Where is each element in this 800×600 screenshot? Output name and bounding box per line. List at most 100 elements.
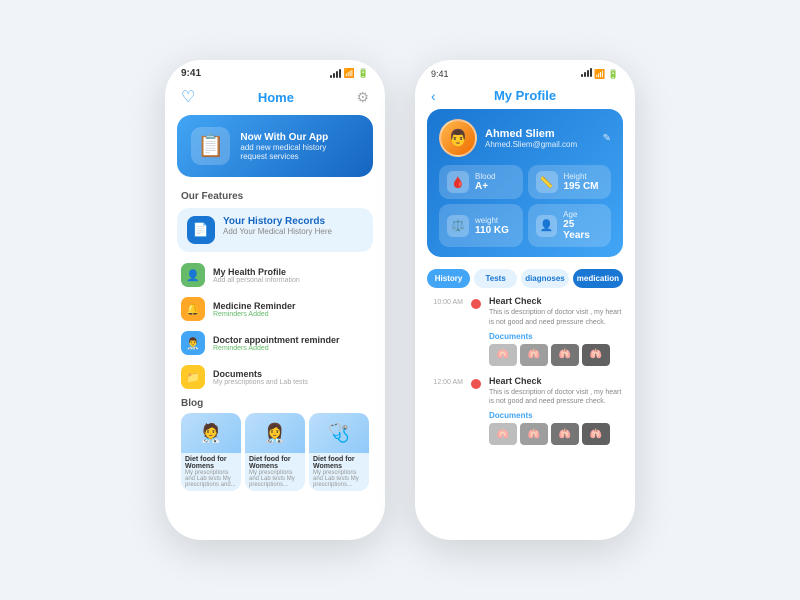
tab-medication[interactable]: medication xyxy=(573,269,623,288)
menu-item-health-sub: Add all personal information xyxy=(213,277,300,284)
heart-icon: ♡ xyxy=(181,87,195,107)
banner-icon: 📋 xyxy=(191,127,230,165)
timeline: 10:00 AM Heart Check This is description… xyxy=(415,296,635,455)
profile-email: Ahmed.Sliem@gmail.com xyxy=(485,140,577,149)
blog-card-3-sub: My prescriptions and Lab tests My prescr… xyxy=(313,470,365,488)
menu-item-documents-label: Documents xyxy=(213,369,308,379)
timeline-entry-2: 12:00 AM Heart Check This is description… xyxy=(427,376,623,446)
timeline-images-2: 🫁 🫁 🫁 🫁 xyxy=(489,423,623,445)
blood-info: Blood A+ xyxy=(475,172,495,192)
banner-title: Now With Our App xyxy=(240,132,328,143)
menu-item-doctor-text: Doctor appointment reminder Reminders Ad… xyxy=(213,335,340,352)
timeline-docs-label-2[interactable]: Documents xyxy=(489,411,623,420)
menu-item-documents-text: Documents My prescriptions and Lab tests xyxy=(213,369,308,386)
timeline-entry-1: 10:00 AM Heart Check This is description… xyxy=(427,296,623,366)
blog-card-1[interactable]: 🧑‍⚕️ Diet food for Womens My prescriptio… xyxy=(181,413,241,491)
menu-item-health[interactable]: 👤 My Health Profile Add all personal inf… xyxy=(165,258,385,292)
weight-info: weight 110 KG xyxy=(475,216,509,236)
xray-img-7[interactable]: 🫁 xyxy=(551,423,579,445)
age-icon: 👤 xyxy=(536,215,558,237)
status-bar-left: 9:41 📶 🔋 xyxy=(165,60,385,83)
blog-card-1-title: Diet food for Womens xyxy=(185,456,237,470)
timeline-content-2: Heart Check This is description of docto… xyxy=(489,376,623,446)
menu-item-documents[interactable]: 📁 Documents My prescriptions and Lab tes… xyxy=(165,360,385,394)
xray-img-4[interactable]: 🫁 xyxy=(582,344,610,366)
menu-item-medicine-sub: Reminders Added xyxy=(213,311,296,318)
timeline-dot-2 xyxy=(471,379,481,389)
wifi-icon-right: 📶 xyxy=(594,69,605,79)
blood-value: A+ xyxy=(475,181,495,192)
blog-card-3-title: Diet food for Womens xyxy=(313,456,365,470)
blog-section: Blog 🧑‍⚕️ Diet food for Womens My prescr… xyxy=(165,394,385,493)
age-label: Age xyxy=(563,210,603,219)
blood-icon: 🩸 xyxy=(447,171,469,193)
feature-icon: 📄 xyxy=(187,216,215,244)
timeline-time-2: 12:00 AM xyxy=(427,376,463,446)
documents-icon: 📁 xyxy=(181,365,205,389)
banner-text: Now With Our App add new medical history… xyxy=(240,132,328,161)
blog-card-1-body: Diet food for Womens My prescriptions an… xyxy=(181,453,241,491)
timeline-title-1: Heart Check xyxy=(489,296,623,306)
blog-card-3[interactable]: 🩺 Diet food for Womens My prescriptions … xyxy=(309,413,369,491)
weight-label: weight xyxy=(475,216,509,225)
blog-card-2-image: 👩‍⚕️ xyxy=(245,413,305,453)
stats-grid: 🩸 Blood A+ 📏 Height 195 CM ⚖️ xyxy=(439,165,611,247)
menu-item-doctor-label: Doctor appointment reminder xyxy=(213,335,340,345)
edit-profile-button[interactable]: ✎ xyxy=(603,133,611,144)
right-phone: 9:41 📶 🔋 ‹ My Profile 👨 Ahmed Sliem xyxy=(415,60,635,540)
status-bar-right: 9:41 📶 🔋 xyxy=(415,60,635,84)
stat-blood: 🩸 Blood A+ xyxy=(439,165,523,199)
blog-card-2[interactable]: 👩‍⚕️ Diet food for Womens My prescriptio… xyxy=(245,413,305,491)
health-profile-icon: 👤 xyxy=(181,263,205,287)
promo-banner[interactable]: 📋 Now With Our App add new medical histo… xyxy=(177,115,373,177)
profile-info: Ahmed Sliem Ahmed.Sliem@gmail.com xyxy=(485,128,577,149)
signal-icon xyxy=(330,69,341,78)
xray-img-1[interactable]: 🫁 xyxy=(489,344,517,366)
menu-item-medicine[interactable]: 🔔 Medicine Reminder Reminders Added xyxy=(165,292,385,326)
back-button[interactable]: ‹ xyxy=(431,88,436,104)
profile-name: Ahmed Sliem xyxy=(485,128,577,140)
signal-icon-right xyxy=(581,68,592,77)
feature-text: Your History Records Add Your Medical Hi… xyxy=(223,216,332,236)
menu-item-doctor[interactable]: 👨‍⚕️ Doctor appointment reminder Reminde… xyxy=(165,326,385,360)
timeline-time-1: 10:00 AM xyxy=(427,296,463,366)
app-header-right: ‹ My Profile xyxy=(415,84,635,109)
menu-item-doctor-sub: Reminders Added xyxy=(213,345,340,352)
feature-title: Your History Records xyxy=(223,216,332,227)
xray-img-2[interactable]: 🫁 xyxy=(520,344,548,366)
menu-item-documents-sub: My prescriptions and Lab tests xyxy=(213,379,308,386)
menu-item-medicine-label: Medicine Reminder xyxy=(213,301,296,311)
stat-age: 👤 Age 25 Years xyxy=(528,204,612,247)
blog-card-3-image: 🩺 xyxy=(309,413,369,453)
tab-history[interactable]: History xyxy=(427,269,470,288)
weight-value: 110 KG xyxy=(475,225,509,236)
settings-icon[interactable]: ⚙ xyxy=(356,89,369,106)
height-label: Height xyxy=(564,172,599,181)
height-icon: 📏 xyxy=(536,171,558,193)
left-phone: 9:41 📶 🔋 ♡ Home ⚙ 📋 Now With Our App xyxy=(165,60,385,540)
height-info: Height 195 CM xyxy=(564,172,599,192)
blog-card-1-sub: My prescriptions and Lab tests My prescr… xyxy=(185,470,237,488)
battery-icon: 🔋 xyxy=(358,68,369,79)
menu-item-health-label: My Health Profile xyxy=(213,267,300,277)
menu-item-health-text: My Health Profile Add all personal infor… xyxy=(213,267,300,284)
app-header-left: ♡ Home ⚙ xyxy=(165,83,385,115)
xray-img-5[interactable]: 🫁 xyxy=(489,423,517,445)
xray-img-3[interactable]: 🫁 xyxy=(551,344,579,366)
status-icons-left: 📶 🔋 xyxy=(330,68,369,79)
age-value: 25 Years xyxy=(563,219,603,241)
timeline-dot-1 xyxy=(471,299,481,309)
timeline-title-2: Heart Check xyxy=(489,376,623,386)
xray-img-8[interactable]: 🫁 xyxy=(582,423,610,445)
xray-img-6[interactable]: 🫁 xyxy=(520,423,548,445)
profile-card: 👨 Ahmed Sliem Ahmed.Sliem@gmail.com ✎ 🩸 … xyxy=(427,109,623,257)
blog-card-3-body: Diet food for Womens My prescriptions an… xyxy=(309,453,369,491)
tab-tests[interactable]: Tests xyxy=(474,269,517,288)
tab-diagnoses[interactable]: diagnoses xyxy=(521,269,569,288)
timeline-content-1: Heart Check This is description of docto… xyxy=(489,296,623,366)
feature-box[interactable]: 📄 Your History Records Add Your Medical … xyxy=(177,208,373,252)
blog-card-2-title: Diet food for Womens xyxy=(249,456,301,470)
timeline-desc-1: This is description of doctor visit , my… xyxy=(489,308,623,328)
timeline-docs-label-1[interactable]: Documents xyxy=(489,332,623,341)
profile-page-title: My Profile xyxy=(494,88,556,103)
